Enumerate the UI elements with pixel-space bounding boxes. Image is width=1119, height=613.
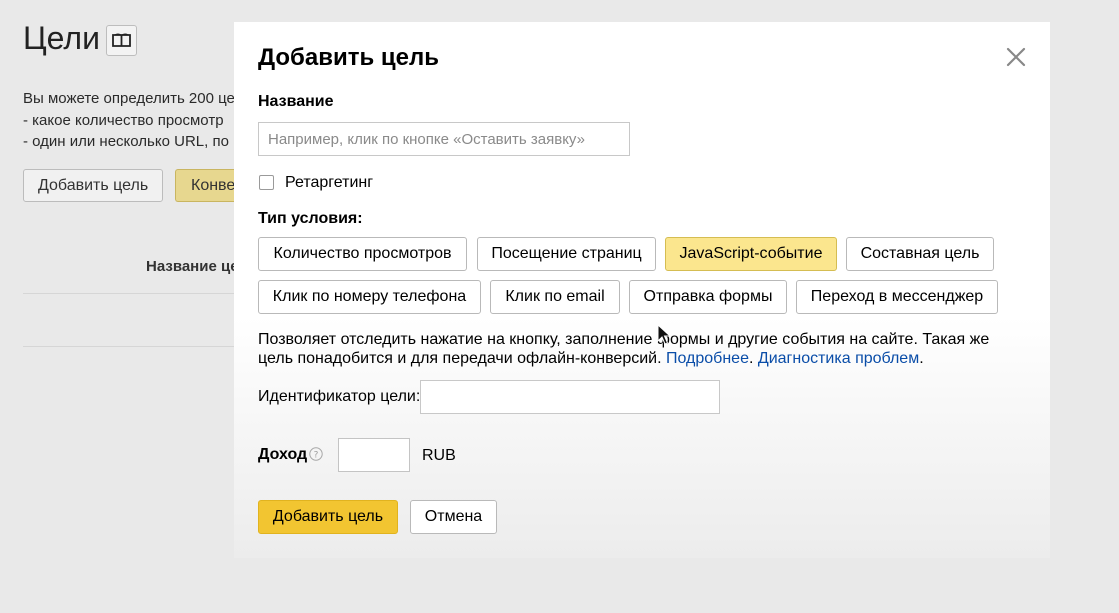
type-button-page-visit[interactable]: Посещение страниц — [477, 237, 656, 271]
table-header-name: Название це — [146, 258, 234, 275]
type-button-form-submit[interactable]: Отправка формы — [629, 280, 787, 314]
mouse-cursor-icon — [657, 324, 671, 345]
help-icon[interactable]: ? — [309, 447, 323, 461]
page-title: Цели — [23, 20, 100, 56]
type-button-email-click[interactable]: Клик по email — [490, 280, 620, 314]
dialog-title: Добавить цель — [258, 44, 440, 71]
currency-label: RUB — [422, 447, 456, 464]
description-line: - какое количество просмотр — [23, 111, 224, 129]
svg-text:?: ? — [314, 450, 319, 460]
income-label: Доход — [258, 446, 308, 463]
add-goal-button[interactable]: Добавить цель — [258, 500, 398, 534]
condition-type-label: Тип условия: — [258, 210, 363, 227]
retargeting-label[interactable]: Ретаргетинг — [285, 174, 373, 192]
type-button-messenger[interactable]: Переход в мессенджер — [796, 280, 998, 314]
name-label: Название — [258, 93, 334, 110]
add-goal-dialog: Добавить цель Название Ретаргетинг Тип у… — [234, 22, 1050, 558]
type-button-javascript-event[interactable]: JavaScript-событие — [665, 237, 837, 271]
retargeting-checkbox[interactable] — [259, 175, 274, 190]
condition-hint: Позволяет отследить нажатие на кнопку, з… — [258, 331, 990, 367]
goal-id-input[interactable] — [420, 380, 720, 414]
background-add-goal-button[interactable]: Добавить цель — [23, 169, 163, 202]
description-line: Вы можете определить 200 це — [23, 90, 234, 107]
background-conversion-button[interactable]: Конве — [175, 169, 234, 202]
divider — [23, 293, 234, 294]
diagnostics-link[interactable]: Диагностика проблем — [758, 350, 919, 367]
divider — [23, 346, 234, 347]
type-button-composite-goal[interactable]: Составная цель — [846, 237, 994, 271]
type-button-views[interactable]: Количество просмотров — [258, 237, 467, 271]
more-link[interactable]: Подробнее — [666, 350, 749, 367]
description-line: - один или несколько URL, по — [23, 133, 229, 150]
docs-button[interactable] — [106, 25, 137, 56]
goal-name-input[interactable] — [258, 122, 630, 156]
cancel-button[interactable]: Отмена — [410, 500, 497, 534]
close-icon[interactable] — [1005, 46, 1027, 68]
type-button-phone-click[interactable]: Клик по номеру телефона — [258, 280, 481, 314]
income-input[interactable] — [338, 438, 410, 472]
book-icon — [112, 33, 131, 47]
background-description: Вы можете определить 200 це - какое коли… — [23, 88, 234, 153]
goal-id-label: Идентификатор цели: — [258, 388, 421, 405]
